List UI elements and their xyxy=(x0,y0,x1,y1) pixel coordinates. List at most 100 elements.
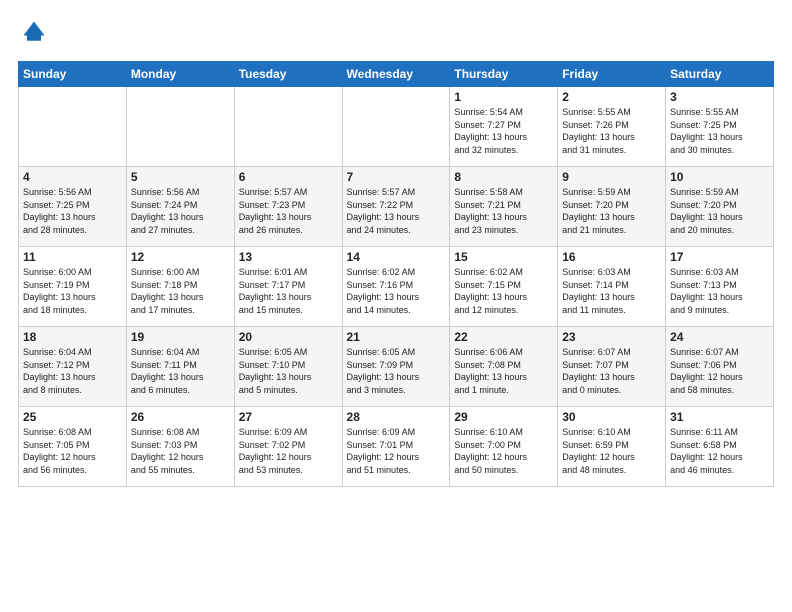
weekday-header-sunday: Sunday xyxy=(19,62,127,87)
day-info: Sunrise: 5:56 AMSunset: 7:24 PMDaylight:… xyxy=(131,186,230,236)
day-number: 13 xyxy=(239,250,338,264)
day-number: 26 xyxy=(131,410,230,424)
day-number: 27 xyxy=(239,410,338,424)
day-number: 25 xyxy=(23,410,122,424)
calendar-cell: 26 Sunrise: 6:08 AMSunset: 7:03 PMDayligh… xyxy=(126,407,234,487)
day-number: 16 xyxy=(562,250,661,264)
calendar-week-3: 11Sunrise: 6:00 AMSunset: 7:19 PMDayligh… xyxy=(19,247,774,327)
day-info: Sunrise: 5:54 AMSunset: 7:27 PMDaylight:… xyxy=(454,106,553,156)
calendar-cell: 17 Sunrise: 6:03 AMSunset: 7:13 PMDayligh… xyxy=(666,247,774,327)
day-number: 23 xyxy=(562,330,661,344)
weekday-header-row: SundayMondayTuesdayWednesdayThursdayFrid… xyxy=(19,62,774,87)
day-number: 9 xyxy=(562,170,661,184)
day-info: Sunrise: 6:09 AMSunset: 7:01 PMDaylight:… xyxy=(347,426,446,476)
day-info: Sunrise: 5:55 AMSunset: 7:25 PMDaylight:… xyxy=(670,106,769,156)
day-info: Sunrise: 5:59 AMSunset: 7:20 PMDaylight:… xyxy=(562,186,661,236)
calendar-cell: 31 Sunrise: 6:11 AMSunset: 6:58 PMDayligh… xyxy=(666,407,774,487)
day-info: Sunrise: 6:04 AMSunset: 7:11 PMDaylight:… xyxy=(131,346,230,396)
calendar-cell: 21Sunrise: 6:05 AMSunset: 7:09 PMDayligh… xyxy=(342,327,450,407)
calendar-cell: 15 Sunrise: 6:02 AMSunset: 7:15 PMDayligh… xyxy=(450,247,558,327)
weekday-header-monday: Monday xyxy=(126,62,234,87)
calendar-cell xyxy=(126,87,234,167)
calendar-cell: 24Sunrise: 6:07 AMSunset: 7:06 PMDayligh… xyxy=(666,327,774,407)
day-number: 28 xyxy=(347,410,446,424)
page: SundayMondayTuesdayWednesdayThursdayFrid… xyxy=(0,0,792,497)
calendar-cell: 29 Sunrise: 6:10 AMSunset: 7:00 PMDayligh… xyxy=(450,407,558,487)
weekday-header-thursday: Thursday xyxy=(450,62,558,87)
logo xyxy=(18,18,48,51)
calendar-cell: 8 Sunrise: 5:58 AMSunset: 7:21 PMDaylight… xyxy=(450,167,558,247)
calendar-cell xyxy=(19,87,127,167)
day-number: 10 xyxy=(670,170,769,184)
day-number: 8 xyxy=(454,170,553,184)
day-number: 1 xyxy=(454,90,553,104)
day-info: Sunrise: 6:03 AMSunset: 7:13 PMDaylight:… xyxy=(670,266,769,316)
day-number: 19 xyxy=(131,330,230,344)
day-info: Sunrise: 6:10 AMSunset: 7:00 PMDaylight:… xyxy=(454,426,553,476)
day-number: 2 xyxy=(562,90,661,104)
calendar-cell: 28 Sunrise: 6:09 AMSunset: 7:01 PMDayligh… xyxy=(342,407,450,487)
calendar-cell: 18 Sunrise: 6:04 AMSunset: 7:12 PMDayligh… xyxy=(19,327,127,407)
day-number: 7 xyxy=(347,170,446,184)
day-number: 14 xyxy=(347,250,446,264)
day-info: Sunrise: 6:04 AMSunset: 7:12 PMDaylight:… xyxy=(23,346,122,396)
day-info: Sunrise: 6:10 AMSunset: 6:59 PMDaylight:… xyxy=(562,426,661,476)
day-info: Sunrise: 5:59 AMSunset: 7:20 PMDaylight:… xyxy=(670,186,769,236)
calendar-cell: 20 Sunrise: 6:05 AMSunset: 7:10 PMDayligh… xyxy=(234,327,342,407)
day-info: Sunrise: 6:02 AMSunset: 7:15 PMDaylight:… xyxy=(454,266,553,316)
calendar-cell: 9 Sunrise: 5:59 AMSunset: 7:20 PMDaylight… xyxy=(558,167,666,247)
day-number: 20 xyxy=(239,330,338,344)
day-number: 24 xyxy=(670,330,769,344)
calendar-cell: 27 Sunrise: 6:09 AMSunset: 7:02 PMDayligh… xyxy=(234,407,342,487)
calendar-cell: 5 Sunrise: 5:56 AMSunset: 7:24 PMDaylight… xyxy=(126,167,234,247)
day-number: 6 xyxy=(239,170,338,184)
calendar-cell: 6 Sunrise: 5:57 AMSunset: 7:23 PMDaylight… xyxy=(234,167,342,247)
logo-icon xyxy=(20,18,48,46)
weekday-header-friday: Friday xyxy=(558,62,666,87)
day-number: 17 xyxy=(670,250,769,264)
day-number: 29 xyxy=(454,410,553,424)
calendar: SundayMondayTuesdayWednesdayThursdayFrid… xyxy=(18,61,774,487)
day-info: Sunrise: 6:08 AMSunset: 7:03 PMDaylight:… xyxy=(131,426,230,476)
calendar-cell: 2 Sunrise: 5:55 AMSunset: 7:26 PMDaylight… xyxy=(558,87,666,167)
day-number: 4 xyxy=(23,170,122,184)
calendar-cell: 14 Sunrise: 6:02 AMSunset: 7:16 PMDayligh… xyxy=(342,247,450,327)
day-number: 3 xyxy=(670,90,769,104)
day-number: 31 xyxy=(670,410,769,424)
weekday-header-tuesday: Tuesday xyxy=(234,62,342,87)
day-number: 18 xyxy=(23,330,122,344)
day-info: Sunrise: 6:02 AMSunset: 7:16 PMDaylight:… xyxy=(347,266,446,316)
header xyxy=(18,18,774,51)
day-number: 5 xyxy=(131,170,230,184)
calendar-week-4: 18 Sunrise: 6:04 AMSunset: 7:12 PMDayligh… xyxy=(19,327,774,407)
calendar-header: SundayMondayTuesdayWednesdayThursdayFrid… xyxy=(19,62,774,87)
calendar-cell: 25Sunrise: 6:08 AMSunset: 7:05 PMDayligh… xyxy=(19,407,127,487)
day-info: Sunrise: 5:58 AMSunset: 7:21 PMDaylight:… xyxy=(454,186,553,236)
calendar-week-5: 25Sunrise: 6:08 AMSunset: 7:05 PMDayligh… xyxy=(19,407,774,487)
calendar-cell: 23 Sunrise: 6:07 AMSunset: 7:07 PMDayligh… xyxy=(558,327,666,407)
day-info: Sunrise: 6:03 AMSunset: 7:14 PMDaylight:… xyxy=(562,266,661,316)
day-info: Sunrise: 6:07 AMSunset: 7:07 PMDaylight:… xyxy=(562,346,661,396)
calendar-cell: 22Sunrise: 6:06 AMSunset: 7:08 PMDayligh… xyxy=(450,327,558,407)
weekday-header-wednesday: Wednesday xyxy=(342,62,450,87)
calendar-cell xyxy=(234,87,342,167)
day-number: 12 xyxy=(131,250,230,264)
day-number: 30 xyxy=(562,410,661,424)
day-info: Sunrise: 6:09 AMSunset: 7:02 PMDaylight:… xyxy=(239,426,338,476)
day-info: Sunrise: 6:11 AMSunset: 6:58 PMDaylight:… xyxy=(670,426,769,476)
day-info: Sunrise: 5:56 AMSunset: 7:25 PMDaylight:… xyxy=(23,186,122,236)
day-number: 22 xyxy=(454,330,553,344)
calendar-cell: 13 Sunrise: 6:01 AMSunset: 7:17 PMDayligh… xyxy=(234,247,342,327)
day-number: 15 xyxy=(454,250,553,264)
calendar-cell: 16 Sunrise: 6:03 AMSunset: 7:14 PMDayligh… xyxy=(558,247,666,327)
day-info: Sunrise: 6:01 AMSunset: 7:17 PMDaylight:… xyxy=(239,266,338,316)
calendar-cell: 11Sunrise: 6:00 AMSunset: 7:19 PMDayligh… xyxy=(19,247,127,327)
calendar-cell: 19 Sunrise: 6:04 AMSunset: 7:11 PMDayligh… xyxy=(126,327,234,407)
day-info: Sunrise: 6:05 AMSunset: 7:09 PMDaylight:… xyxy=(347,346,446,396)
day-info: Sunrise: 5:57 AMSunset: 7:23 PMDaylight:… xyxy=(239,186,338,236)
day-info: Sunrise: 5:55 AMSunset: 7:26 PMDaylight:… xyxy=(562,106,661,156)
calendar-cell: 12Sunrise: 6:00 AMSunset: 7:18 PMDayligh… xyxy=(126,247,234,327)
day-info: Sunrise: 6:05 AMSunset: 7:10 PMDaylight:… xyxy=(239,346,338,396)
calendar-cell: 1 Sunrise: 5:54 AMSunset: 7:27 PMDaylight… xyxy=(450,87,558,167)
calendar-cell: 10 Sunrise: 5:59 AMSunset: 7:20 PMDayligh… xyxy=(666,167,774,247)
